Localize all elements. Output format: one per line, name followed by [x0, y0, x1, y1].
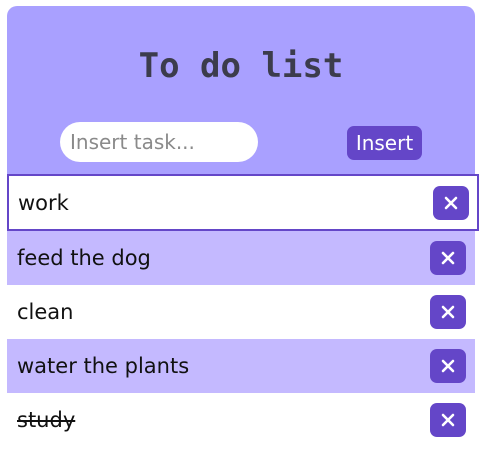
task-label: water the plants — [17, 354, 190, 378]
delete-button[interactable] — [430, 295, 466, 329]
close-icon — [441, 305, 455, 319]
close-icon — [441, 413, 455, 427]
list-item[interactable]: feed the dog — [7, 231, 475, 285]
task-label: feed the dog — [17, 246, 151, 270]
list-item[interactable]: work — [7, 174, 479, 231]
delete-button[interactable] — [430, 403, 466, 437]
close-icon — [441, 359, 455, 373]
task-label: study — [17, 408, 76, 432]
list-item[interactable]: water the plants — [7, 339, 475, 393]
close-icon — [444, 196, 458, 209]
delete-button[interactable] — [430, 349, 466, 383]
task-input[interactable] — [60, 122, 258, 162]
page-title: To do list — [138, 46, 344, 86]
close-icon — [441, 251, 455, 265]
task-label: clean — [17, 300, 74, 324]
todo-app: To do list Insert work feed the dog clea… — [7, 6, 479, 454]
delete-button[interactable] — [433, 185, 469, 220]
list-item[interactable]: study — [7, 393, 475, 447]
header-panel: To do list Insert — [7, 6, 475, 174]
list-item[interactable]: clean — [7, 285, 475, 339]
task-label: work — [18, 190, 69, 215]
insert-button[interactable]: Insert — [347, 126, 422, 160]
delete-button[interactable] — [430, 241, 466, 275]
task-list: work feed the dog clean water the plants… — [7, 174, 479, 447]
